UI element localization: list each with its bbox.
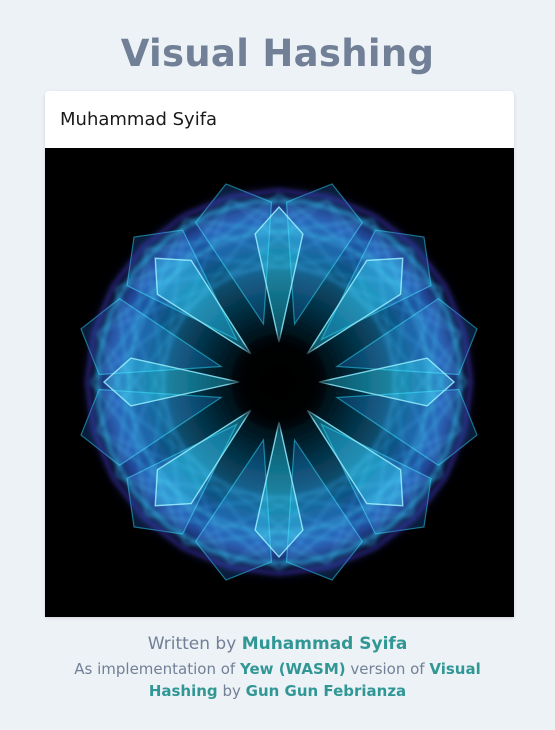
page-title: Visual Hashing [120, 32, 435, 75]
hash-card [45, 91, 514, 617]
footer-implementation: As implementation of Yew (WASM) version … [68, 658, 488, 702]
original-author-link[interactable]: Gun Gun Febrianza [246, 682, 407, 700]
implementation-text: As implementation of [74, 660, 236, 678]
hash-input[interactable] [45, 91, 514, 148]
footer: Written by Muhammad Syifa As implementat… [0, 632, 555, 702]
yew-link[interactable]: Yew (WASM) [240, 660, 346, 678]
version-of-text: version of [350, 660, 425, 678]
by-text: by [222, 682, 241, 700]
written-by-text: Written by [147, 634, 237, 654]
author-link[interactable]: Muhammad Syifa [242, 634, 408, 654]
hash-center [227, 330, 331, 434]
visual-hash-canvas [45, 148, 514, 617]
footer-credit: Written by Muhammad Syifa [0, 632, 555, 656]
